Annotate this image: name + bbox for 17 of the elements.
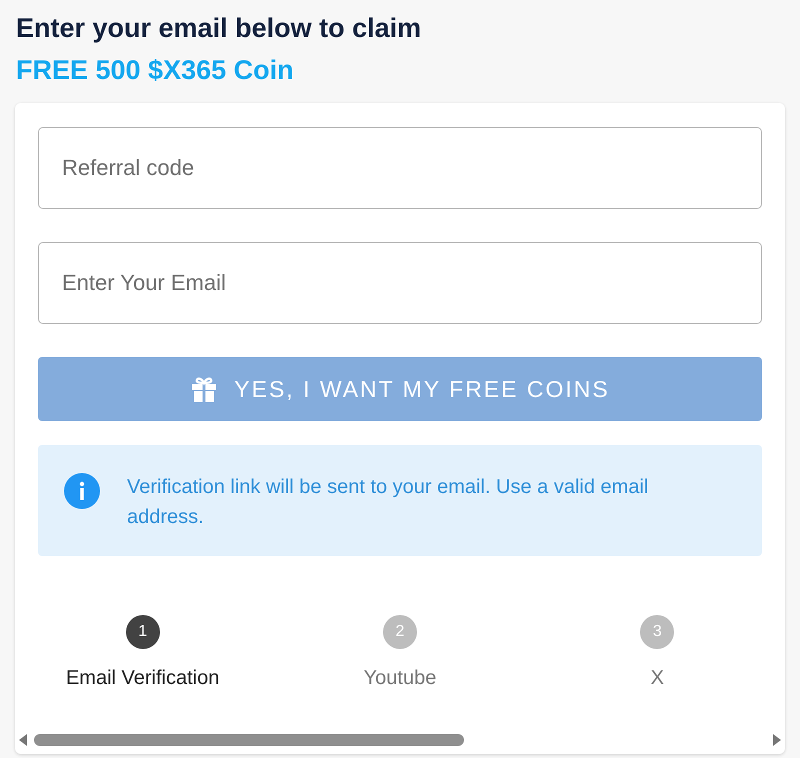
page-heading: Enter your email below to claim xyxy=(16,12,422,44)
step-label: X xyxy=(650,667,664,690)
step-number[interactable]: 2 xyxy=(382,615,417,649)
submit-button[interactable]: YES, I WANT MY FREE COINS xyxy=(38,357,762,421)
referral-code-field[interactable]: Referral code xyxy=(38,127,762,209)
step-label: Youtube xyxy=(364,667,436,690)
step-label: Email Verification xyxy=(66,667,220,690)
scroll-left-icon[interactable] xyxy=(18,733,28,747)
gift-icon xyxy=(190,375,218,403)
email-field[interactable]: Enter Your Email xyxy=(38,242,762,324)
step-number[interactable]: 1 xyxy=(126,615,160,649)
scroll-right-icon[interactable] xyxy=(772,733,782,747)
step-number[interactable]: 3 xyxy=(640,615,674,649)
scrollbar-thumb[interactable] xyxy=(34,734,464,746)
info-icon xyxy=(64,473,100,509)
offer-title: FREE 500 $X365 Coin xyxy=(16,54,295,87)
notice-text: Verification link will be sent to your email. Use a valid email address. xyxy=(127,475,650,530)
